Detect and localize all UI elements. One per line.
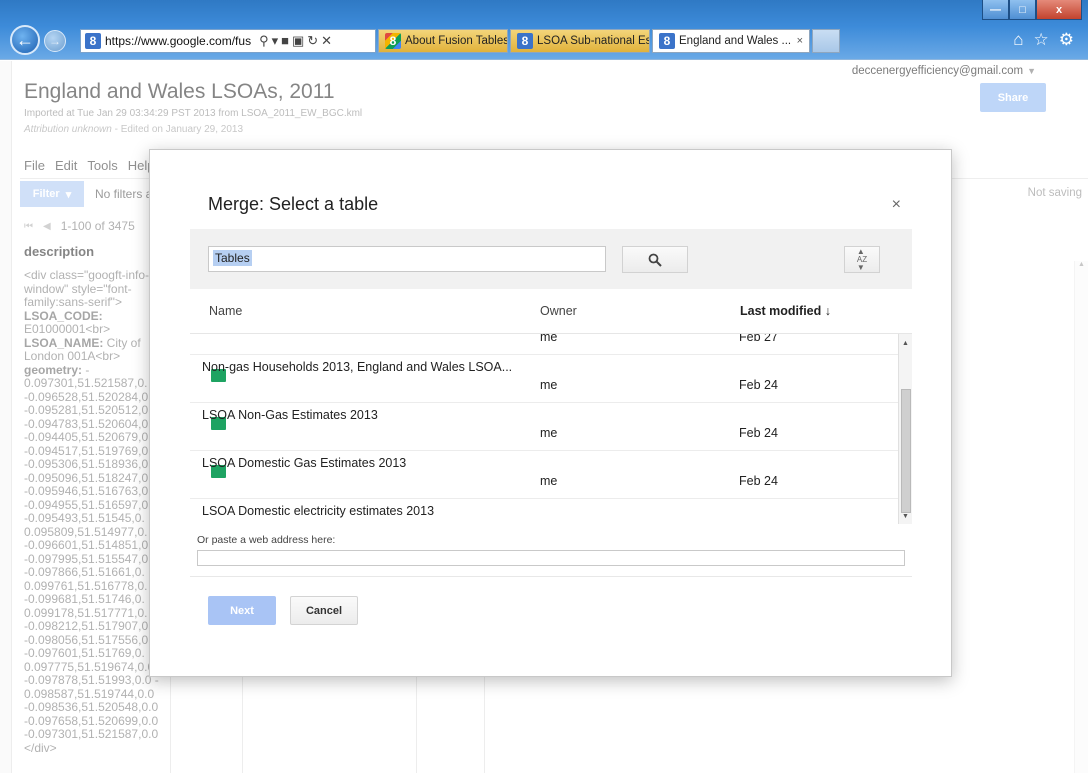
search-input[interactable]: Tables [208, 246, 606, 272]
tab-label: LSOA Sub-national Esti... [537, 35, 649, 47]
tab-label: About Fusion Tables - F... [405, 35, 508, 47]
search-band: Tables ▲ AZ ▼ [190, 229, 912, 289]
table-header: Name Owner Last modified ↓ [190, 289, 912, 334]
google-favicon-icon: 8 [659, 33, 675, 49]
star-icon[interactable]: ☆ [1034, 30, 1049, 50]
tab-england-and-wales[interactable]: 8 England and Wales ... × [652, 29, 810, 53]
table-row[interactable]: me Feb 27 [190, 334, 898, 355]
table-owner: me [540, 426, 558, 440]
minimize-button[interactable]: — [982, 0, 1009, 20]
browser-toolbar-icons: ⌂ ☆ ⚙ [1013, 30, 1074, 50]
paste-label: Or paste a web address here: [197, 534, 336, 546]
table-modified: Feb 24 [739, 378, 778, 392]
google-favicon-icon: 8 [517, 33, 533, 49]
search-value[interactable]: Tables [213, 250, 252, 266]
tab-lsoa-sub-national[interactable]: 8 LSOA Sub-national Esti... [510, 29, 650, 53]
next-button[interactable]: Next [208, 596, 276, 625]
web-address-input[interactable] [197, 550, 905, 566]
new-tab-button[interactable] [812, 29, 840, 53]
tab-about-fusion-tables[interactable]: 8 About Fusion Tables - F... [378, 29, 508, 53]
divider [190, 576, 912, 577]
close-icon[interactable]: × [892, 196, 901, 214]
table-modified: Feb 27 [739, 334, 778, 344]
merge-dialog: Merge: Select a table × Tables ▲ AZ ▼ Name… [149, 149, 952, 677]
table-name: LSOA Domestic electricity estimates 2013 [202, 504, 435, 518]
address-tools-icons[interactable]: ⚲▾■▣↻✕ [259, 33, 335, 49]
dialog-title: Merge: Select a table [208, 194, 379, 214]
table-name: Non-gas Households 2013, England and Wal… [202, 360, 513, 374]
google-favicon-icon: 8 [85, 33, 101, 49]
home-icon[interactable]: ⌂ [1013, 30, 1023, 50]
scroll-thumb[interactable] [901, 389, 911, 513]
tab-label: England and Wales ... [679, 35, 792, 47]
window-controls: — □ x [982, 0, 1082, 20]
sort-az-button[interactable]: ▲ AZ ▼ [844, 246, 880, 273]
close-tab-icon[interactable]: × [797, 35, 803, 47]
scroll-up-icon[interactable]: ▲ [902, 340, 909, 347]
table-modified: Feb 24 [739, 474, 778, 488]
list-scrollbar[interactable]: ▲ ▼ [898, 334, 912, 524]
table-row[interactable]: Non-gas Households 2013, England and Wal… [190, 355, 898, 403]
table-owner: me [540, 474, 558, 488]
scroll-down-icon[interactable]: ▼ [902, 513, 909, 520]
table-owner: me [540, 334, 558, 344]
table-owner: me [540, 378, 558, 392]
search-icon [648, 253, 662, 267]
sort-az-icon: ▲ AZ ▼ [856, 246, 868, 272]
table-row[interactable]: LSOA Domestic Gas Estimates 2013 me Feb … [190, 451, 898, 499]
gear-icon[interactable]: ⚙ [1059, 30, 1074, 50]
address-url[interactable]: https://www.google.com/fus [105, 34, 251, 48]
table-row[interactable]: LSOA Domestic electricity estimates 2013 [190, 499, 898, 524]
column-owner[interactable]: Owner [540, 304, 577, 318]
maximize-button[interactable]: □ [1009, 0, 1036, 20]
column-name[interactable]: Name [209, 304, 242, 318]
search-button[interactable] [622, 246, 688, 273]
table-row[interactable]: LSOA Non-Gas Estimates 2013 me Feb 24 [190, 403, 898, 451]
table-name: LSOA Domestic Gas Estimates 2013 [202, 456, 407, 470]
google-favicon-icon: 8 [385, 33, 401, 49]
forward-arrow-icon[interactable]: → [44, 30, 66, 52]
address-bar[interactable]: 8 https://www.google.com/fus ⚲▾■▣↻✕ [80, 29, 376, 53]
browser-chrome: — □ x ← → 8 https://www.google.com/fus ⚲… [0, 0, 1088, 60]
table-modified: Feb 24 [739, 426, 778, 440]
column-last-modified[interactable]: Last modified ↓ [740, 304, 831, 318]
table-name: LSOA Non-Gas Estimates 2013 [202, 408, 378, 422]
cancel-button[interactable]: Cancel [290, 596, 358, 625]
close-window-button[interactable]: x [1036, 0, 1082, 20]
back-arrow-icon[interactable]: ← [10, 25, 40, 55]
table-list: me Feb 27 Non-gas Households 2013, Engla… [190, 334, 898, 524]
